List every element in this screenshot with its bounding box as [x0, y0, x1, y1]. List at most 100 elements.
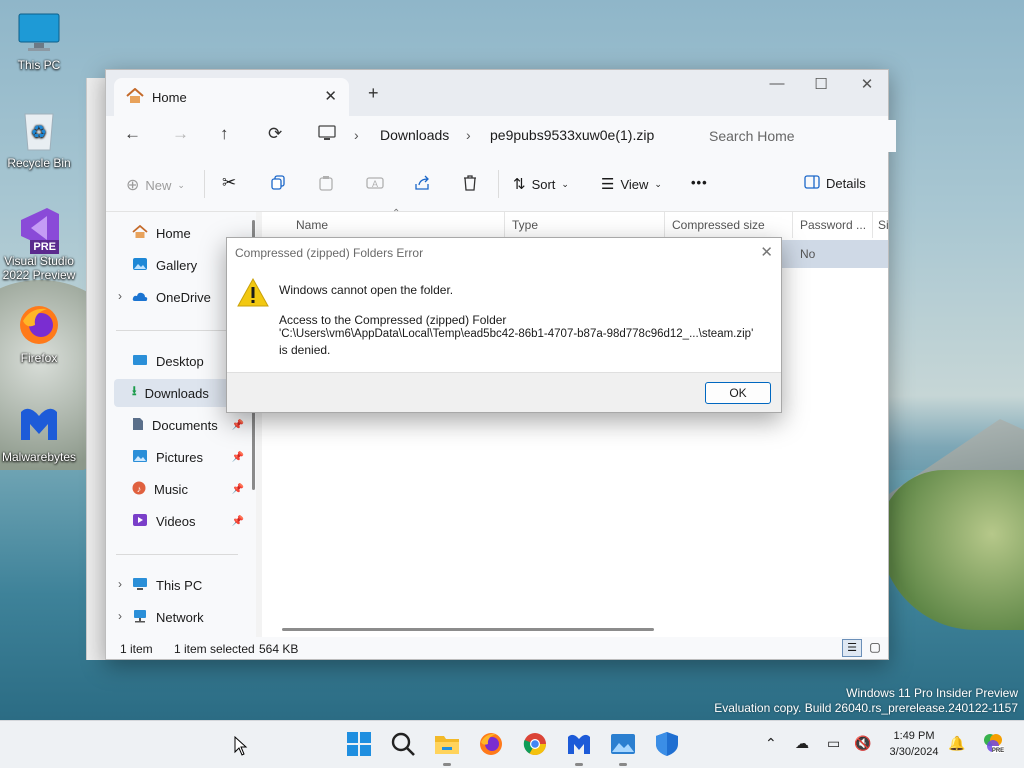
password-cell: No	[800, 247, 816, 261]
breadcrumb-separator-icon[interactable]: ›	[354, 127, 359, 143]
running-indicator	[443, 763, 451, 766]
download-icon: ⭳	[132, 383, 137, 398]
pin-icon[interactable]: 📌	[232, 452, 244, 463]
cut-icon[interactable]: ✂	[222, 173, 236, 193]
sort-button[interactable]: ⇅ Sort ⌄	[513, 175, 569, 193]
details-label: Details	[826, 176, 866, 191]
start-icon[interactable]	[346, 731, 372, 757]
delete-icon[interactable]	[462, 175, 478, 191]
desktop-icon-recycle-bin[interactable]: ♻ Recycle Bin	[0, 108, 78, 170]
column-divider[interactable]	[664, 212, 665, 238]
sidebar-item-pictures[interactable]: Pictures 📌	[132, 443, 250, 471]
chevron-down-icon: ⌄	[561, 178, 569, 189]
sidebar-item-label: Network	[156, 609, 204, 625]
chevron-right-icon[interactable]: ›	[118, 289, 122, 303]
back-icon[interactable]: ←	[124, 124, 141, 144]
column-divider[interactable]	[872, 212, 873, 238]
desktop-icon-this-pc[interactable]: This PC	[0, 10, 78, 72]
close-tab-icon[interactable]: ✕	[324, 87, 337, 105]
this-pc-icon[interactable]	[318, 125, 336, 146]
search-icon[interactable]	[390, 731, 416, 757]
chevron-up-icon[interactable]: ⌃	[765, 735, 777, 752]
new-tab-icon[interactable]: +	[368, 83, 379, 104]
column-header-password[interactable]: Password ...	[800, 218, 866, 232]
malwarebytes-icon[interactable]	[566, 731, 592, 757]
rename-icon[interactable]: A	[366, 175, 384, 191]
sidebar-item-label: This PC	[156, 577, 203, 593]
share-icon[interactable]	[414, 175, 431, 191]
running-indicator	[619, 763, 627, 766]
desktop-icon-visual-studio[interactable]: PRE Visual Studio 2022 Preview	[0, 206, 78, 282]
sidebar-item-music[interactable]: ♪ Music 📌	[132, 475, 250, 503]
close-icon[interactable]: ✕	[760, 243, 773, 261]
notification-bell-icon[interactable]: 🔔	[948, 735, 965, 752]
error-detail-line3: is denied.	[279, 343, 331, 357]
sidebar-item-network[interactable]: Network	[132, 603, 250, 631]
photos-icon[interactable]	[610, 731, 636, 757]
desktop-icon-label: This PC	[17, 58, 61, 72]
copy-icon[interactable]	[270, 175, 286, 191]
display-icon[interactable]: ▭	[827, 735, 840, 752]
column-header-type[interactable]: Type	[512, 218, 538, 232]
chrome-icon[interactable]	[522, 731, 548, 757]
desktop-icon-malwarebytes[interactable]: Malwarebytes	[0, 402, 78, 464]
view-label: View	[620, 176, 649, 192]
more-options-button[interactable]: •••	[691, 175, 708, 190]
defender-icon[interactable]	[654, 731, 680, 757]
refresh-icon[interactable]: ⟳	[268, 124, 282, 144]
error-detail-path: 'C:\Users\vm6\AppData\Local\Temp\ead5bc4…	[279, 328, 754, 340]
details-pane-icon	[804, 175, 820, 192]
column-header-name[interactable]: Name	[296, 218, 328, 232]
up-icon[interactable]: ↑	[220, 124, 229, 144]
column-divider[interactable]	[792, 212, 793, 238]
desktop-icon-label: Malwarebytes	[1, 450, 77, 464]
column-header-size[interactable]: Si	[878, 218, 889, 232]
firefox-icon	[17, 303, 61, 347]
tab-title: Home	[152, 89, 187, 105]
forward-icon[interactable]: →	[172, 124, 189, 144]
chevron-right-icon[interactable]: ›	[118, 609, 122, 623]
close-window-icon[interactable]: ✕	[852, 75, 882, 101]
sidebar-item-videos[interactable]: Videos 📌	[132, 507, 250, 535]
maximize-icon[interactable]: ☐	[806, 75, 836, 101]
home-icon	[126, 87, 144, 107]
column-divider[interactable]	[504, 212, 505, 238]
new-button[interactable]: ⊕ New ⌄	[126, 175, 185, 195]
pin-icon[interactable]: 📌	[232, 420, 244, 431]
sidebar-item-label: Music	[154, 481, 188, 497]
breadcrumb-downloads[interactable]: Downloads	[380, 127, 449, 143]
horizontal-scrollbar[interactable]	[282, 628, 654, 631]
item-count: 1 item	[120, 642, 153, 656]
tab-home[interactable]: Home ✕	[114, 78, 349, 116]
view-button[interactable]: ☰ View ⌄	[601, 175, 662, 193]
clock-date: 3/30/2024	[889, 746, 939, 758]
search-input[interactable]: Search Home	[696, 120, 896, 152]
pin-icon[interactable]: 📌	[232, 484, 244, 495]
copilot-icon[interactable]: PRE	[982, 732, 1004, 757]
chevron-down-icon: ⌄	[654, 178, 662, 189]
breadcrumb-separator-icon[interactable]: ›	[466, 127, 471, 143]
navigation-bar: ← → ↑ ⟳ › Downloads › pe9pubs9533xuw0e(1…	[106, 116, 896, 156]
pin-icon[interactable]: 📌	[232, 516, 244, 527]
desktop-folder-icon	[132, 354, 148, 369]
details-view-icon[interactable]: ☰	[842, 639, 862, 657]
pictures-icon	[132, 449, 148, 466]
ok-button[interactable]: OK	[705, 382, 771, 404]
file-explorer-icon[interactable]	[434, 731, 460, 757]
paste-icon[interactable]	[318, 175, 334, 191]
sidebar-item-this-pc[interactable]: This PC	[132, 571, 250, 599]
breadcrumb-zip[interactable]: pe9pubs9533xuw0e(1).zip	[490, 127, 654, 143]
firefox-icon[interactable]	[478, 731, 504, 757]
volume-icon[interactable]: 🔇	[854, 735, 871, 752]
column-header-compressed-size[interactable]: Compressed size	[672, 218, 765, 232]
desktop-icon-firefox[interactable]: Firefox	[0, 303, 78, 365]
toolbar-divider	[204, 170, 205, 198]
details-button[interactable]: Details	[804, 175, 866, 192]
sidebar-item-documents[interactable]: Documents 📌	[132, 411, 250, 439]
chevron-right-icon[interactable]: ›	[118, 577, 122, 591]
minimize-icon[interactable]: —	[762, 75, 792, 101]
tiles-view-icon[interactable]: ▢	[866, 639, 884, 657]
clock[interactable]: 1:49 PM 3/30/2024	[884, 728, 944, 760]
sidebar-item-label: Documents	[152, 417, 218, 433]
cloud-offline-icon[interactable]: ☁	[795, 735, 809, 752]
